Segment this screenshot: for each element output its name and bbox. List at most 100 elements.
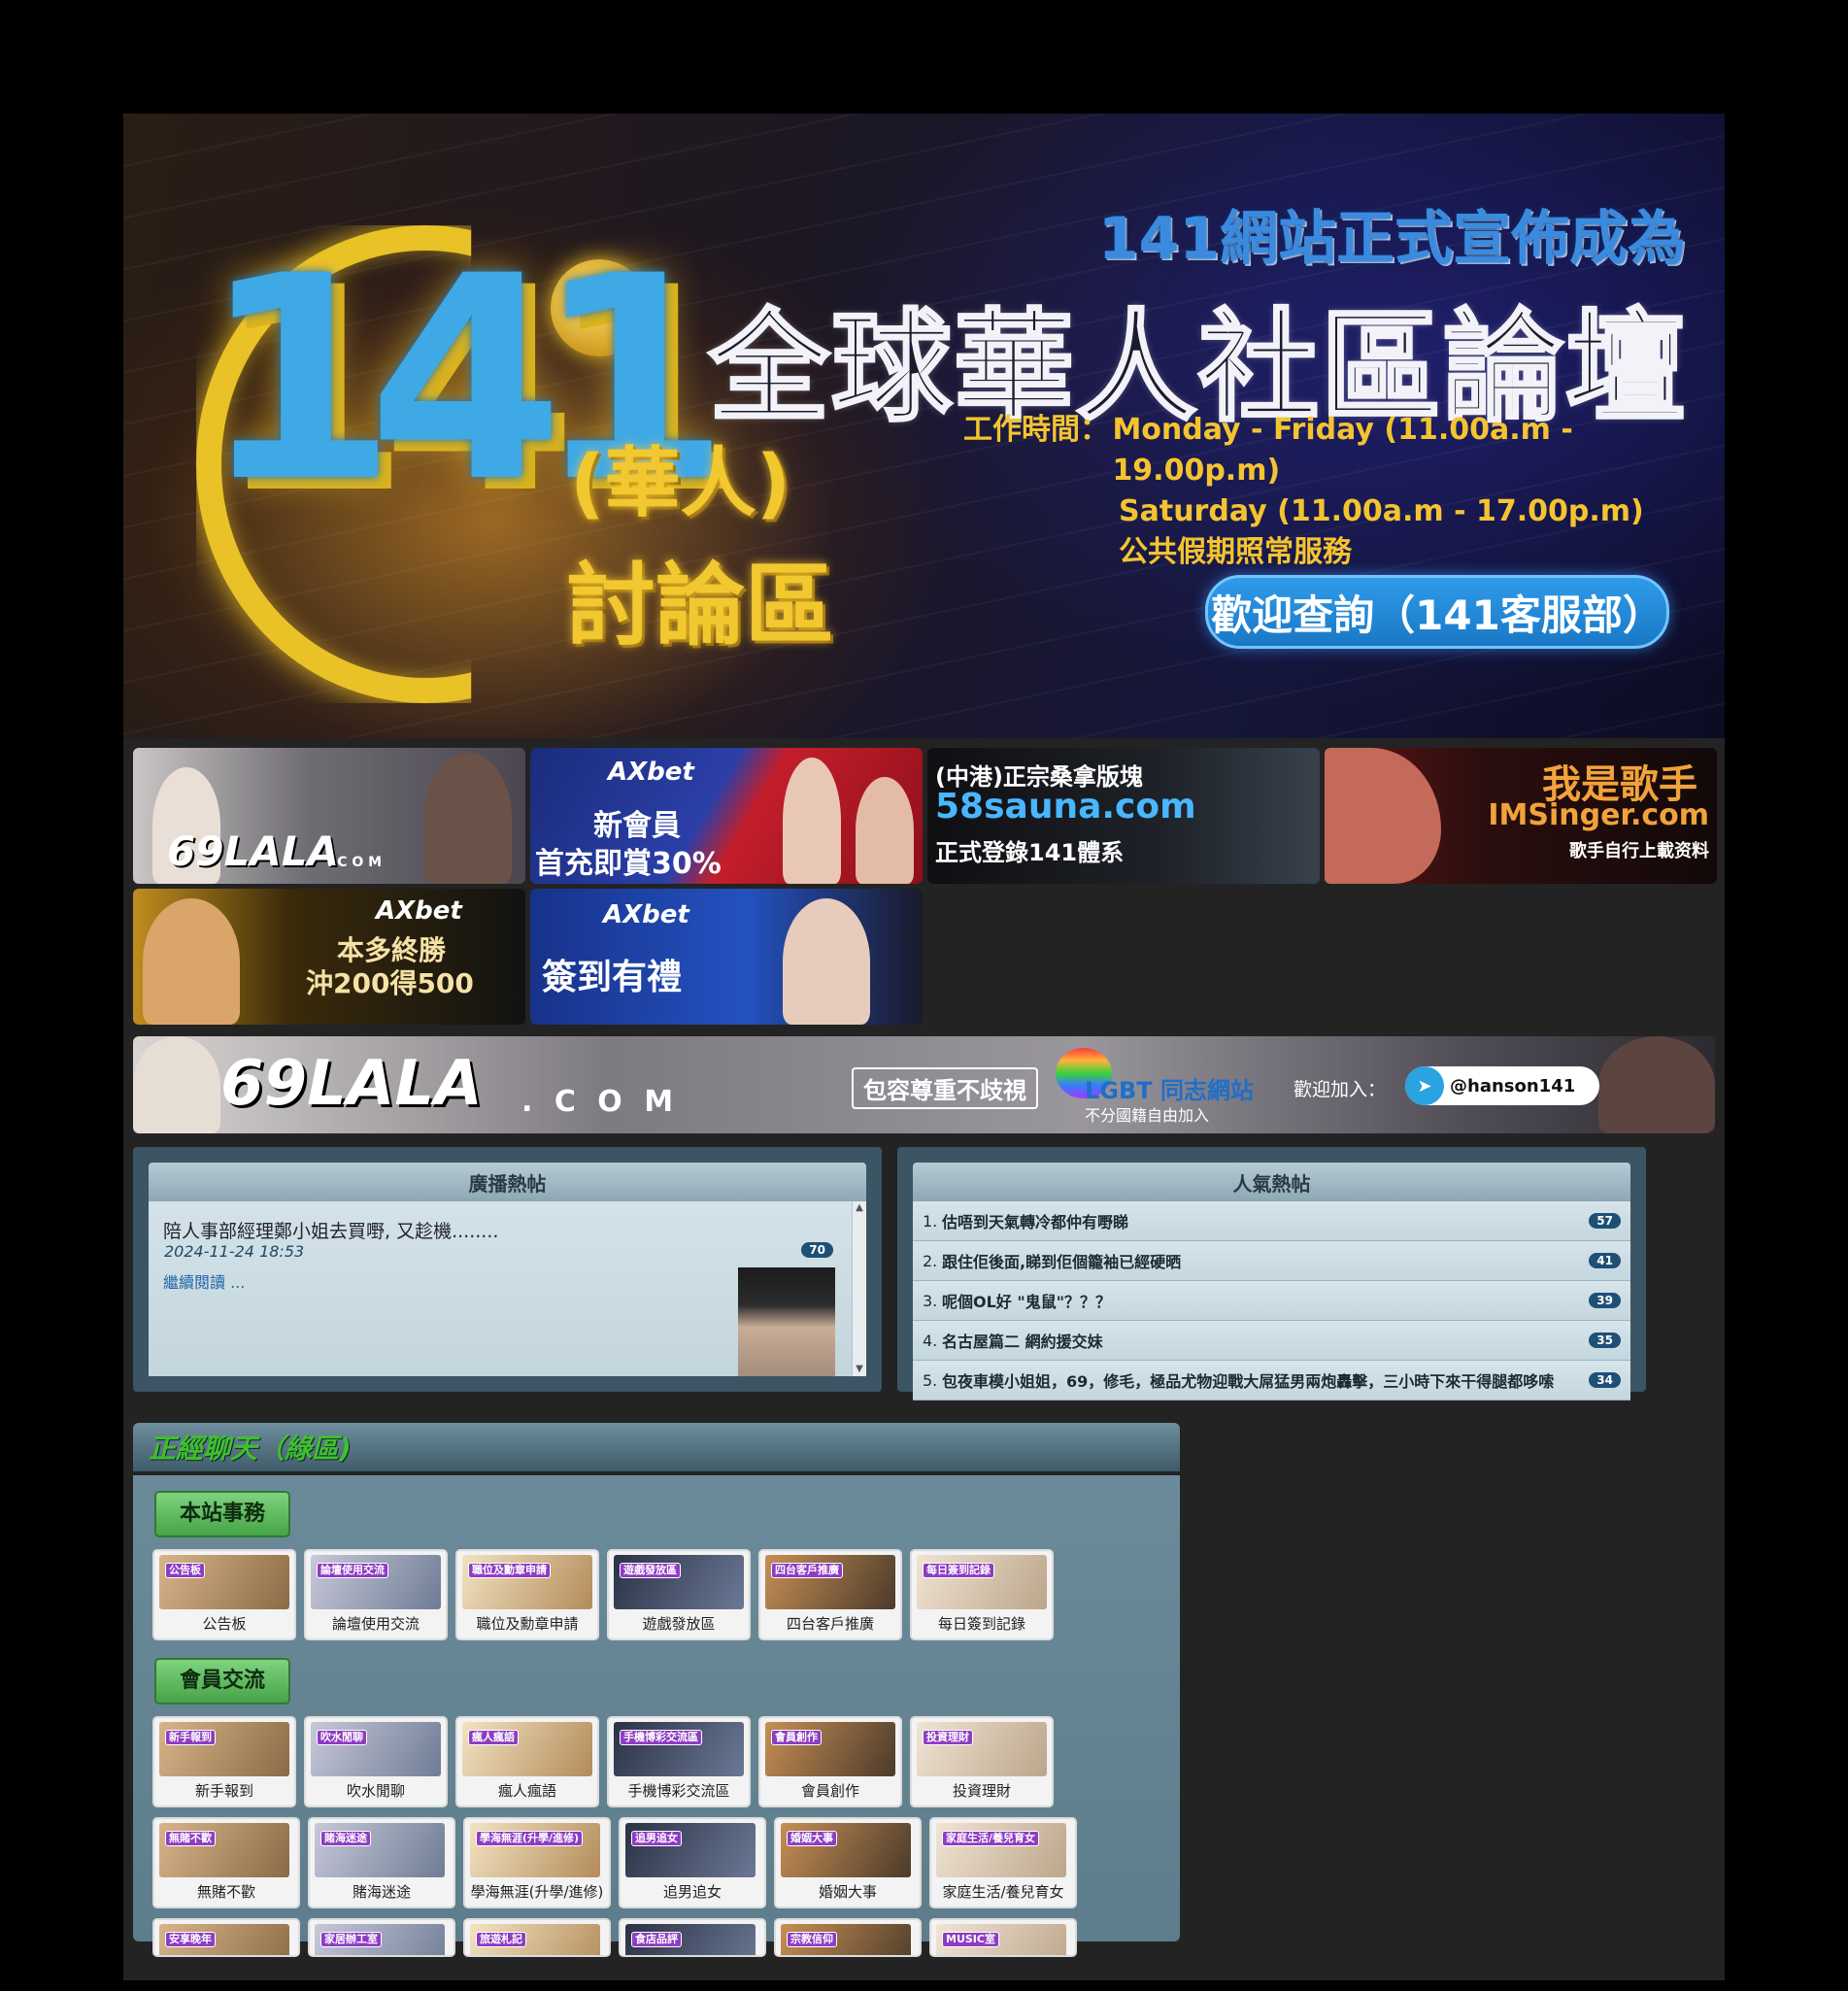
forum-tile-image[interactable]: 吹水閒聊 xyxy=(311,1722,441,1776)
forum-tile[interactable]: 公告板 公告板 xyxy=(152,1549,296,1640)
popular-item[interactable]: 1. 估唔到天氣轉冷都仲有嘢睇 57 xyxy=(913,1201,1630,1241)
scroll-down-icon[interactable]: ▼ xyxy=(853,1363,866,1376)
forum-tile[interactable]: 四台客戶推廣 四台客戶推廣 xyxy=(758,1549,902,1640)
forum-tile-label[interactable]: 論壇使用交流 xyxy=(311,1613,441,1634)
forum-tile[interactable]: 手機博彩交流區 手機博彩交流區 xyxy=(607,1716,751,1807)
forum-tile-image[interactable]: 每日簽到記錄 xyxy=(917,1555,1047,1609)
popular-item-title[interactable]: 跟住佢後面,睇到佢個籠袖已經硬晒 xyxy=(942,1249,1589,1272)
ad-69lala[interactable]: 69LALA . C O M xyxy=(133,748,525,884)
broadcast-panel: 廣播熱帖 陪人事部經理鄭小姐去買嘢, 又趁機........ 2024-11-2… xyxy=(133,1147,882,1392)
forum-tile-label[interactable]: 手機博彩交流區 xyxy=(614,1780,744,1801)
forum-tile[interactable]: 學海無涯(升學/進修) 學海無涯(升學/進修) xyxy=(463,1817,611,1908)
forum-tile-label[interactable]: 吹水閒聊 xyxy=(311,1780,441,1801)
forum-tile-image[interactable]: 會員創作 xyxy=(765,1722,895,1776)
ad-58sauna[interactable]: (中港)正宗桑拿版塊 58sauna.com 正式登錄141體系 xyxy=(927,748,1320,884)
forum-tile-image[interactable]: 學海無涯(升學/進修) xyxy=(470,1823,600,1877)
forum-tile-image[interactable]: 旅遊札記 xyxy=(470,1924,600,1955)
forum-tile[interactable]: 職位及勳章申請 職位及勳章申請 xyxy=(455,1549,599,1640)
ad-axbet-deposit[interactable]: AXbet 本多終勝 沖200得500 xyxy=(133,889,525,1025)
forum-tile-label[interactable]: 婚姻大事 xyxy=(781,1881,915,1902)
forum-tile-label[interactable]: 瘋人瘋語 xyxy=(462,1780,592,1801)
section-header[interactable]: 正經聊天（綠區) xyxy=(133,1423,1180,1471)
forum-tile[interactable]: 遊戲發放區 遊戲發放區 xyxy=(607,1549,751,1640)
forum-tile-label[interactable]: 賭海迷途 xyxy=(315,1881,449,1902)
forum-tile-image[interactable]: 食店品評 xyxy=(625,1924,756,1955)
forum-tile-tag: 旅遊札記 xyxy=(476,1932,526,1947)
scroll-up-icon[interactable]: ▲ xyxy=(853,1201,866,1215)
forum-tile-label[interactable]: 學海無涯(升學/進修) xyxy=(470,1881,604,1902)
forum-tile-image[interactable]: 賭海迷途 xyxy=(315,1823,445,1877)
forum-tile-label[interactable]: 四台客戶推廣 xyxy=(765,1613,895,1634)
forum-tile[interactable]: 賭海迷途 賭海迷途 xyxy=(308,1817,455,1908)
forum-tile-label[interactable]: 每日簽到記錄 xyxy=(917,1613,1047,1634)
forum-tile[interactable]: 無賭不歡 無賭不歡 xyxy=(152,1817,300,1908)
read-more-link[interactable]: 繼續閱讀 ... xyxy=(163,1269,245,1293)
forum-tile[interactable]: MUSIC室 xyxy=(929,1918,1077,1957)
forum-tile[interactable]: 瘋人瘋語 瘋人瘋語 xyxy=(455,1716,599,1807)
forum-tile-image[interactable]: 四台客戶推廣 xyxy=(765,1555,895,1609)
forum-tile[interactable]: 婚姻大事 婚姻大事 xyxy=(774,1817,922,1908)
forum-tile-label[interactable]: 新手報到 xyxy=(159,1780,289,1801)
forum-tile-image[interactable]: 家庭生活/養兒育女 xyxy=(936,1823,1066,1877)
forum-tile-label[interactable]: 無賭不歡 xyxy=(159,1881,293,1902)
forum-tile[interactable]: 每日簽到記錄 每日簽到記錄 xyxy=(910,1549,1054,1640)
ad-axbet-new-member[interactable]: AXbet 新會員 首充即賞30% xyxy=(530,748,923,884)
forum-tile[interactable]: 食店品評 xyxy=(619,1918,766,1957)
popular-item-title[interactable]: 名古屋篇二 網約援交妹 xyxy=(942,1329,1589,1352)
forum-tile-label[interactable]: 追男追女 xyxy=(625,1881,759,1902)
forum-tile-image[interactable]: 手機博彩交流區 xyxy=(614,1722,744,1776)
popular-item-title[interactable]: 呢個OL好 "鬼鼠"？？？ xyxy=(942,1289,1589,1312)
forum-tile[interactable]: 投資理財 投資理財 xyxy=(910,1716,1054,1807)
popular-item[interactable]: 2. 跟住佢後面,睇到佢個籠袖已經硬晒 41 xyxy=(913,1241,1630,1281)
popular-item[interactable]: 3. 呢個OL好 "鬼鼠"？？？ 39 xyxy=(913,1281,1630,1321)
category-site-affairs[interactable]: 本站事務 xyxy=(154,1491,291,1537)
forum-tile-image[interactable]: 家居辦工室 xyxy=(315,1924,445,1955)
ad-sauna-domain: 58sauna.com xyxy=(935,787,1196,827)
forum-tile-label[interactable]: 家庭生活/養兒育女 xyxy=(936,1881,1070,1902)
forum-tile-image[interactable]: 婚姻大事 xyxy=(781,1823,911,1877)
forum-tile-label[interactable]: 會員創作 xyxy=(765,1780,895,1801)
broadcast-scrollbar[interactable]: ▲ ▼ xyxy=(852,1201,866,1376)
popular-item-count: 39 xyxy=(1589,1293,1621,1308)
forum-tile[interactable]: 論壇使用交流 論壇使用交流 xyxy=(304,1549,448,1640)
forum-tile-image[interactable]: 追男追女 xyxy=(625,1823,756,1877)
broadcast-post-title[interactable]: 陪人事部經理鄭小姐去買嘢, 又趁機........ xyxy=(163,1217,498,1243)
category-member-exchange[interactable]: 會員交流 xyxy=(154,1658,291,1704)
forum-tile[interactable]: 追男追女 追男追女 xyxy=(619,1817,766,1908)
forum-tile-image[interactable]: 無賭不歡 xyxy=(159,1823,289,1877)
ad-69lala-wide[interactable]: 69LALA . C O M 包容尊重不歧視 LGBT 同志網站 不分國籍自由加… xyxy=(133,1036,1715,1133)
ad-imsinger[interactable]: 我是歌手 IMSinger.com 歌手自行上載资料 xyxy=(1325,748,1717,884)
popular-item-num: 3. xyxy=(923,1291,938,1310)
telegram-pill[interactable]: ➤ @hanson141 xyxy=(1405,1066,1599,1105)
forum-tile-image[interactable]: 遊戲發放區 xyxy=(614,1555,744,1609)
forum-tile[interactable]: 宗教信仰 xyxy=(774,1918,922,1957)
forum-tile-label[interactable]: 投資理財 xyxy=(917,1780,1047,1801)
hero-banner[interactable]: 141 (華人) 討論區 141網站正式宣佈成為 全球華人社區論壇 工作時間： … xyxy=(123,114,1725,738)
popular-item[interactable]: 5. 包夜車模小姐姐，69，修毛，極品尤物迎戰大屌猛男兩炮轟擊，三小時下來干得腿都… xyxy=(913,1361,1630,1400)
forum-tile-image[interactable]: 公告板 xyxy=(159,1555,289,1609)
forum-tile[interactable]: 安享晚年 xyxy=(152,1918,300,1957)
forum-tile-image[interactable]: 職位及勳章申請 xyxy=(462,1555,592,1609)
forum-tile-image[interactable]: 宗教信仰 xyxy=(781,1924,911,1955)
popular-item-title[interactable]: 包夜車模小姐姐，69，修毛，極品尤物迎戰大屌猛男兩炮轟擊，三小時下來干得腿都哆嗦 xyxy=(942,1368,1589,1392)
forum-tile[interactable]: 吹水閒聊 吹水閒聊 xyxy=(304,1716,448,1807)
contact-button[interactable]: 歡迎查詢（141客服部） xyxy=(1205,575,1669,649)
forum-tile[interactable]: 旅遊札記 xyxy=(463,1918,611,1957)
forum-tile[interactable]: 家庭生活/養兒育女 家庭生活/養兒育女 xyxy=(929,1817,1077,1908)
forum-tile-image[interactable]: 論壇使用交流 xyxy=(311,1555,441,1609)
broadcast-thumbnail[interactable] xyxy=(738,1267,835,1376)
forum-tile-image[interactable]: MUSIC室 xyxy=(936,1924,1066,1955)
forum-tile-label[interactable]: 遊戲發放區 xyxy=(614,1613,744,1634)
forum-tile[interactable]: 會員創作 會員創作 xyxy=(758,1716,902,1807)
forum-tile-image[interactable]: 新手報到 xyxy=(159,1722,289,1776)
ad-axbet-checkin[interactable]: AXbet 簽到有禮 xyxy=(530,889,923,1025)
forum-tile-image[interactable]: 投資理財 xyxy=(917,1722,1047,1776)
forum-tile-label[interactable]: 公告板 xyxy=(159,1613,289,1634)
forum-tile-label[interactable]: 職位及勳章申請 xyxy=(462,1613,592,1634)
forum-tile-image[interactable]: 安享晚年 xyxy=(159,1924,289,1955)
popular-item[interactable]: 4. 名古屋篇二 網約援交妹 35 xyxy=(913,1321,1630,1361)
forum-tile[interactable]: 家居辦工室 xyxy=(308,1918,455,1957)
forum-tile-image[interactable]: 瘋人瘋語 xyxy=(462,1722,592,1776)
popular-item-title[interactable]: 估唔到天氣轉冷都仲有嘢睇 xyxy=(942,1209,1589,1232)
forum-tile[interactable]: 新手報到 新手報到 xyxy=(152,1716,296,1807)
